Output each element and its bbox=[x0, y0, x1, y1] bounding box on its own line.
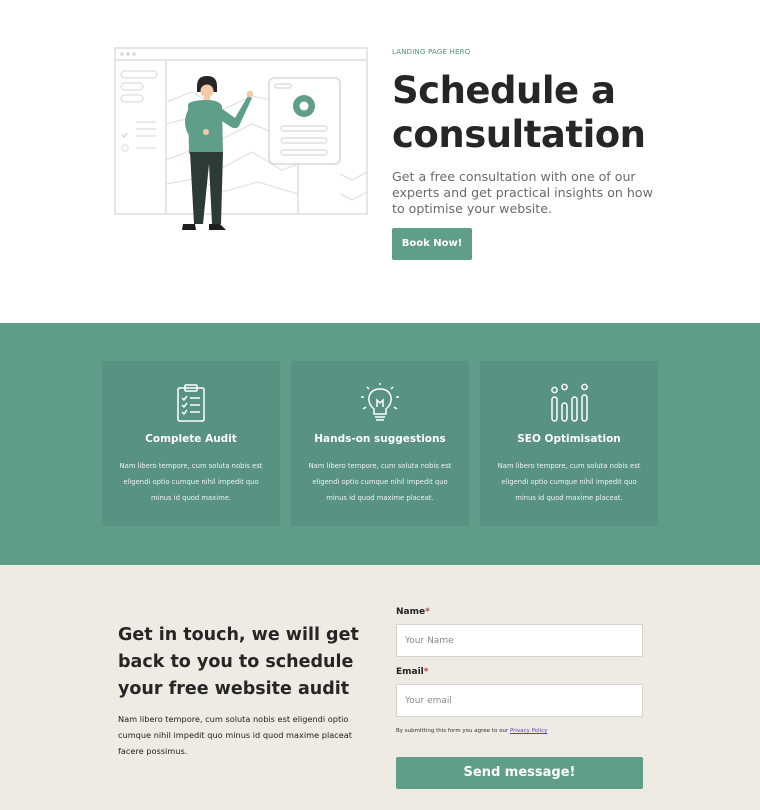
email-input[interactable] bbox=[396, 684, 643, 717]
feature-card-seo: SEO Optimisation Nam libero tempore, cum… bbox=[480, 361, 658, 526]
contact-section: Get in touch, we will get back to you to… bbox=[0, 565, 760, 810]
bar-chart-icon bbox=[551, 383, 588, 422]
person-pointing-at-dashboard-illustration bbox=[114, 47, 368, 230]
feature-title: SEO Optimisation bbox=[517, 433, 621, 445]
contact-description: Nam libero tempore, cum soluta nobis est… bbox=[118, 714, 353, 756]
lightbulb-icon bbox=[361, 383, 399, 421]
feature-description: Nam libero tempore, cum soluta nobis est… bbox=[497, 462, 641, 502]
book-now-button[interactable]: Book Now! bbox=[392, 228, 472, 260]
hero-title: Schedule a consultation bbox=[392, 69, 646, 156]
feature-card-audit: Complete Audit Nam libero tempore, cum s… bbox=[102, 361, 280, 526]
name-label: Name* bbox=[396, 607, 430, 617]
required-marker: * bbox=[423, 667, 429, 677]
hero-section: LANDING PAGE HERO Schedule a consultatio… bbox=[0, 0, 760, 323]
hero-text: LANDING PAGE HERO Schedule a consultatio… bbox=[392, 48, 692, 260]
hero-subtitle: Get a free consultation with one of our … bbox=[392, 169, 653, 216]
feature-card-suggestions: Hands-on suggestions Nam libero tempore,… bbox=[291, 361, 469, 526]
required-marker: * bbox=[425, 607, 430, 617]
email-label: Email* bbox=[396, 667, 429, 677]
terms-notice: By submitting this form you agree to our… bbox=[396, 728, 547, 734]
name-input[interactable] bbox=[396, 624, 643, 657]
clipboard-checklist-icon bbox=[177, 384, 205, 422]
terms-text: By submitting this form you agree to our bbox=[396, 728, 509, 734]
privacy-policy-link[interactable]: Privacy Policy bbox=[510, 728, 547, 734]
hero-eyebrow: LANDING PAGE HERO bbox=[392, 48, 471, 56]
features-section: Complete Audit Nam libero tempore, cum s… bbox=[0, 323, 760, 565]
send-message-button[interactable]: Send message! bbox=[396, 757, 643, 789]
feature-description: Nam libero tempore, cum soluta nobis est… bbox=[308, 462, 452, 502]
email-label-text: Email bbox=[396, 667, 424, 677]
feature-title: Hands-on suggestions bbox=[314, 433, 446, 445]
name-label-text: Name bbox=[396, 607, 426, 617]
contact-title: Get in touch, we will get back to you to… bbox=[118, 625, 359, 699]
feature-description: Nam libero tempore, cum soluta nobis est… bbox=[119, 462, 263, 502]
feature-title: Complete Audit bbox=[145, 433, 237, 445]
